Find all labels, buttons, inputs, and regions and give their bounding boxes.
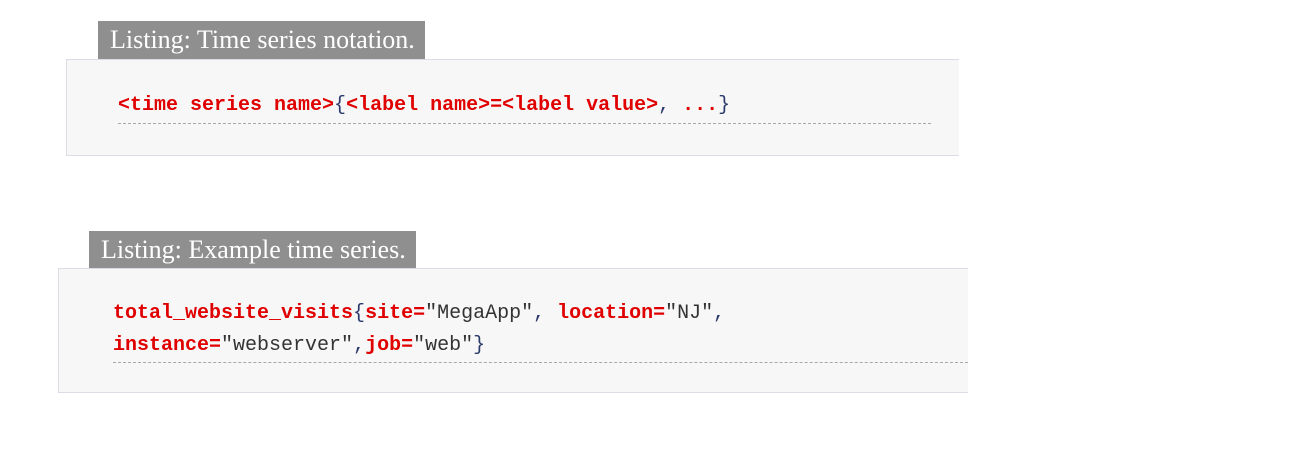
open-brace: { [334, 94, 347, 117]
label-key-instance: instance= [113, 334, 222, 357]
close-brace: } [718, 94, 731, 117]
label-value-instance: "webserver" [221, 334, 354, 357]
label-value-job: "web" [413, 334, 474, 357]
equals-sign: = [490, 94, 503, 117]
code-line: <time series name>{<label name>=<label v… [118, 90, 730, 122]
label-value-location: "NJ" [665, 302, 714, 325]
metric-name: <time series name> [118, 94, 335, 117]
label-key-site: site= [365, 302, 426, 325]
separator: , [713, 302, 726, 325]
listing-caption: Listing: Example time series. [89, 231, 416, 269]
separator: , [658, 94, 683, 117]
label-value: <label value> [502, 94, 659, 117]
metric-name: total_website_visits [113, 302, 354, 325]
label-value-site: "MegaApp" [425, 302, 534, 325]
code-underline [113, 362, 968, 363]
label-key-job: job= [365, 334, 414, 357]
label-name: <label name> [346, 94, 491, 117]
label-key-location: location= [557, 302, 666, 325]
close-brace: } [473, 334, 486, 357]
code-lines: total_website_visits{site="MegaApp", loc… [113, 298, 725, 362]
code-underline [118, 123, 931, 124]
separator: , [353, 334, 366, 357]
separator: , [533, 302, 558, 325]
open-brace: { [353, 302, 366, 325]
listing-caption: Listing: Time series notation. [98, 21, 425, 59]
ellipsis: ... [682, 94, 719, 117]
